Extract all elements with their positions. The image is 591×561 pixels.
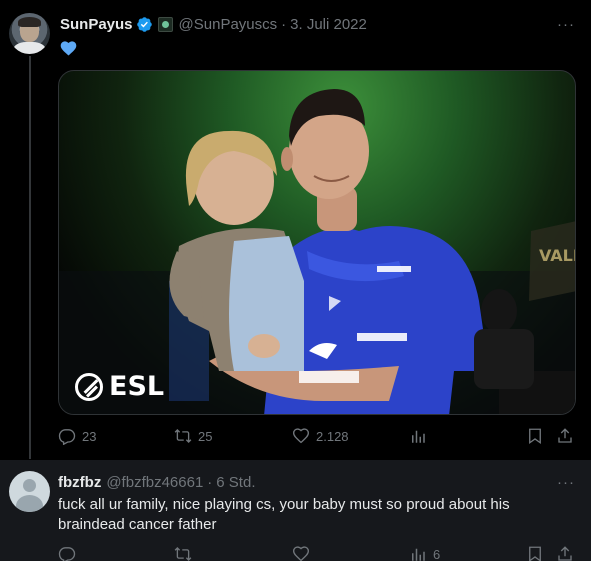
photo-content: VALE (59, 89, 576, 414)
reply-share-button[interactable] (556, 545, 574, 561)
blue-heart-icon (60, 41, 77, 56)
share-button[interactable] (556, 427, 574, 445)
reply-retweet-button[interactable] (174, 545, 192, 561)
svg-text:VALE: VALE (539, 246, 576, 265)
separator: · (281, 15, 287, 33)
retweet-button[interactable]: 25 (174, 427, 212, 445)
like-button[interactable]: 2.128 (292, 427, 349, 445)
reply-icon (58, 547, 76, 561)
reply-count: 23 (82, 428, 97, 444)
esl-logo-text: ESL (109, 371, 165, 402)
like-heart-icon (292, 546, 310, 561)
author-name[interactable]: SunPayus (60, 16, 133, 33)
esl-logo-icon (75, 372, 103, 401)
default-avatar-icon[interactable] (9, 471, 50, 512)
views-chart-icon (412, 430, 425, 443)
more-options-icon[interactable]: ··· (557, 16, 577, 33)
reply-like-button[interactable] (292, 545, 310, 561)
retweet-count: 25 (198, 428, 213, 444)
share-icon (558, 428, 572, 443)
reply-reply-button[interactable] (58, 545, 76, 561)
reply-time[interactable]: 6 Std. (216, 474, 255, 491)
like-heart-icon (292, 428, 310, 444)
tweet-actions: 23 25 2.128 (58, 427, 578, 449)
reply-author-handle[interactable]: @fbzfbz46661 (106, 474, 203, 491)
retweet-icon (174, 429, 192, 443)
reply-view-count: 6 (433, 546, 441, 561)
retweet-icon (174, 547, 192, 561)
affiliate-badge-icon[interactable] (157, 16, 173, 32)
verified-badge-icon (136, 16, 152, 32)
thread-line (29, 56, 31, 459)
reply-tweet[interactable]: fbzfbz @fbzfbz46661 · 6 Std. ··· fuck al… (0, 460, 591, 561)
like-count: 2.128 (316, 428, 349, 444)
reply-views-button[interactable]: 6 (409, 545, 440, 561)
views-chart-icon (412, 548, 425, 561)
main-tweet[interactable]: SunPayus @SunPayuscs · 3. Juli 2022 ··· (0, 0, 591, 459)
esl-watermark: ESL (75, 371, 164, 402)
bookmark-button[interactable] (526, 427, 544, 445)
reply-text: fuck all ur family, nice playing cs, you… (58, 496, 510, 533)
avatar[interactable] (9, 13, 50, 54)
reply-more-options-icon[interactable]: ··· (557, 474, 575, 491)
views-button[interactable] (409, 427, 427, 445)
tweet-photo[interactable]: VALE ESL (58, 70, 576, 415)
reply-author-name[interactable]: fbzfbz (58, 474, 101, 491)
bookmark-icon (529, 546, 541, 561)
reply-bookmark-button[interactable] (526, 545, 544, 561)
reply-button[interactable]: 23 (58, 427, 96, 445)
share-icon (558, 546, 572, 561)
tweet-header: SunPayus @SunPayuscs · 3. Juli 2022 (60, 13, 367, 35)
bookmark-icon (529, 428, 541, 445)
reply-header: fbzfbz @fbzfbz46661 · 6 Std. (58, 472, 256, 492)
reply-actions: 6 (58, 545, 578, 561)
separator: · (207, 473, 213, 491)
reply-icon (58, 429, 76, 445)
author-handle[interactable]: @SunPayuscs (179, 16, 278, 33)
tweet-date[interactable]: 3. Juli 2022 (290, 16, 367, 33)
